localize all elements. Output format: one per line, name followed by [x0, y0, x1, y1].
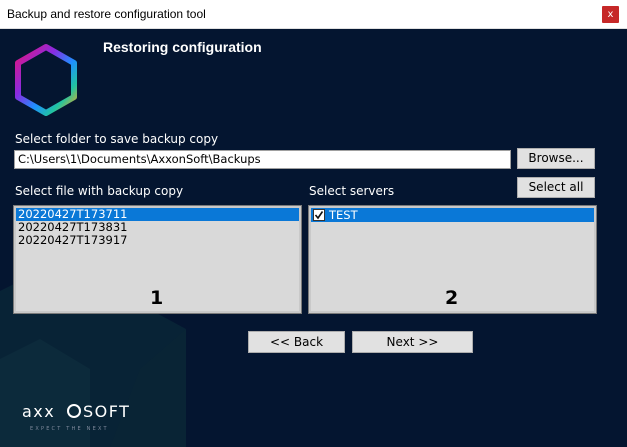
server-checkbox[interactable] [313, 209, 325, 221]
browse-button[interactable]: Browse... [517, 148, 595, 169]
dialog-body: Restoring configuration Select folder to… [0, 29, 627, 447]
backup-folder-input[interactable]: C:\Users\1\Documents\AxxonSoft\Backups [14, 150, 511, 169]
hexagon-logo-icon [15, 44, 77, 116]
axxonsoft-logo-icon: axx SOFT EXPECT THE NEXT [22, 402, 130, 432]
server-list-annotation: 2 [445, 287, 459, 309]
svg-text:EXPECT THE NEXT: EXPECT THE NEXT [30, 426, 109, 432]
server-row[interactable]: TEST [311, 208, 594, 222]
files-label: Select file with backup copy [15, 184, 184, 198]
page-title: Restoring configuration [103, 39, 262, 55]
next-button[interactable]: Next >> [352, 331, 473, 353]
back-button[interactable]: << Back [248, 331, 345, 353]
list-item[interactable]: 20220427T173917 [16, 234, 299, 247]
title-bar: Backup and restore configuration tool x [0, 0, 627, 29]
svg-text:SOFT: SOFT [83, 402, 130, 421]
file-list-annotation: 1 [150, 287, 164, 309]
server-name: TEST [329, 207, 358, 222]
close-button[interactable]: x [602, 6, 619, 23]
svg-text:axx: axx [22, 402, 55, 421]
folder-label: Select folder to save backup copy [15, 132, 219, 146]
servers-label: Select servers [309, 184, 395, 198]
checkmark-icon [314, 211, 324, 220]
select-all-button[interactable]: Select all [517, 177, 595, 198]
window-title: Backup and restore configuration tool [7, 7, 206, 21]
